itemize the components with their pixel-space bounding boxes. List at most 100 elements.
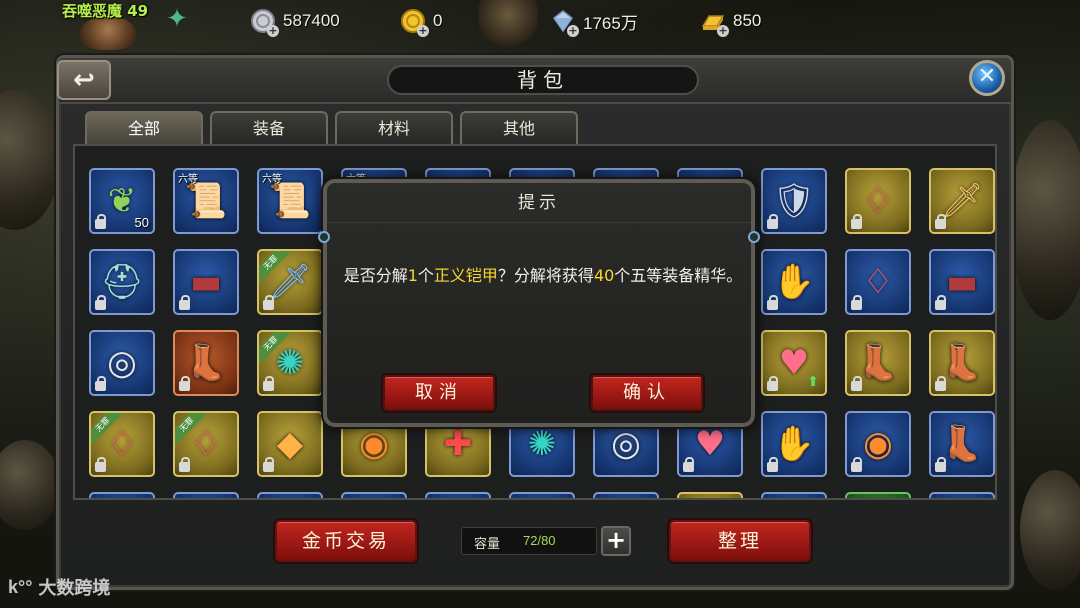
inventory-slot[interactable]: 🗡 无罪: [257, 249, 323, 315]
inventory-slot[interactable]: 📜六等: [173, 168, 239, 234]
back-button[interactable]: ↩: [57, 60, 111, 100]
frame-peg: [748, 231, 760, 243]
item-icon: ◆: [175, 494, 237, 498]
watermark-text: 大数跨境: [38, 578, 111, 599]
tab-equipment[interactable]: 装备: [210, 111, 328, 145]
inventory-slot[interactable]: 👢: [845, 330, 911, 396]
item-icon: ◆: [931, 494, 993, 498]
tab-all[interactable]: 全部: [85, 111, 203, 145]
item-grade-label: 六等: [262, 174, 282, 185]
lock-icon: [935, 376, 946, 391]
msg-text: 个五等装备精华。: [614, 266, 743, 285]
inventory-slot[interactable]: ◉: [845, 411, 911, 477]
inventory-slot[interactable]: 🛡: [761, 168, 827, 234]
plus-icon: +: [605, 526, 627, 554]
inventory-slot[interactable]: ◆: [89, 492, 155, 498]
inventory-slot[interactable]: ♢ 无罪: [173, 411, 239, 477]
lock-icon: [767, 376, 778, 391]
player-avatar[interactable]: [80, 16, 136, 50]
currency-silver[interactable]: + 587400: [249, 6, 340, 37]
confirm-button[interactable]: 确认: [591, 375, 703, 411]
lock-icon: [851, 376, 862, 391]
inventory-slot[interactable]: ♢: [845, 168, 911, 234]
back-arrow-icon: ↩: [73, 65, 95, 95]
inventory-slot[interactable]: ▬: [173, 249, 239, 315]
msg-text: ？分解将获得: [497, 266, 594, 285]
background-rock: [0, 90, 60, 230]
msg-text: 是否分解: [343, 266, 408, 285]
lock-icon: [179, 457, 190, 472]
item-icon: ◆: [427, 494, 489, 498]
tab-materials[interactable]: 材料: [335, 111, 453, 145]
player-name: 吞噬恶魔 49: [62, 2, 149, 20]
inventory-slot[interactable]: 📜六等: [257, 168, 323, 234]
inventory-slot[interactable]: ◆: [929, 492, 995, 498]
currency-gold-bar[interactable]: + 850: [699, 6, 761, 37]
background-rock: [1020, 470, 1080, 590]
inventory-slot[interactable]: ⛑: [89, 249, 155, 315]
lock-icon: [767, 295, 778, 310]
inventory-slot[interactable]: ◎: [89, 330, 155, 396]
inventory-slot[interactable]: ◆: [341, 492, 407, 498]
tab-other[interactable]: 其他: [460, 111, 578, 145]
lock-icon: [95, 214, 106, 229]
inventory-slot[interactable]: ◆: [761, 492, 827, 498]
sort-button[interactable]: 整理: [669, 520, 811, 562]
inventory-slot[interactable]: ◆: [593, 492, 659, 498]
currency-gold[interactable]: + 0: [399, 6, 442, 37]
inventory-slot[interactable]: ◆: [425, 492, 491, 498]
watermark: k°° 大数跨境: [8, 574, 110, 600]
inventory-slot[interactable]: ◆: [173, 492, 239, 498]
item-icon: ◆: [763, 494, 825, 498]
lock-icon: [95, 457, 106, 472]
inventory-slot[interactable]: 👢: [929, 330, 995, 396]
inventory-slot[interactable]: ✋: [761, 411, 827, 477]
inventory-slot[interactable]: ◆: [257, 411, 323, 477]
inventory-slot[interactable]: ◆: [509, 492, 575, 498]
item-icon: ◆: [91, 494, 153, 498]
lock-icon: [263, 457, 274, 472]
close-button[interactable]: ✕: [969, 60, 1005, 96]
expand-capacity-button[interactable]: +: [601, 526, 631, 556]
decompose-confirm-dialog: 提示 是否分解1个正义铠甲？分解将获得40个五等装备精华。 取消 确认: [318, 179, 760, 427]
inventory-slot[interactable]: ✋: [761, 249, 827, 315]
category-tabs: 全部 装备 材料 其他: [85, 111, 578, 145]
lock-icon: [851, 457, 862, 472]
dialog-message: 是否分解1个正义铠甲？分解将获得40个五等装备精华。: [343, 265, 743, 287]
currency-diamond[interactable]: + 1765万: [549, 6, 638, 37]
dialog-title: 提示: [327, 183, 751, 223]
lock-icon: [935, 457, 946, 472]
inventory-slot[interactable]: 👢: [929, 411, 995, 477]
lock-icon: [95, 295, 106, 310]
background-rock: [0, 440, 60, 530]
lock-icon: [851, 295, 862, 310]
inventory-slot[interactable]: ❦ 50: [89, 168, 155, 234]
inventory-slot[interactable]: 👢: [173, 330, 239, 396]
watermark-logo-icon: k°°: [8, 576, 33, 597]
wing-icon: ✦: [166, 4, 188, 34]
capacity-label: 容量: [474, 537, 501, 552]
diamond-amount: 1765万: [583, 13, 638, 33]
lock-icon: [179, 295, 190, 310]
inventory-slot[interactable]: 🗡: [929, 168, 995, 234]
cancel-button[interactable]: 取消: [383, 375, 495, 411]
inventory-slot[interactable]: ◆: [257, 492, 323, 498]
inventory-slot[interactable]: ✺ 无罪: [257, 330, 323, 396]
inventory-slot[interactable]: ◆: [677, 492, 743, 498]
gold-bar-icon: +: [699, 7, 729, 37]
item-grade-label: 六等: [178, 174, 198, 185]
diamond-icon: +: [549, 7, 579, 37]
inventory-slot[interactable]: ♥ ⬆: [761, 330, 827, 396]
panel-title: 背包: [387, 65, 699, 95]
inventory-slot[interactable]: ▬: [929, 249, 995, 315]
inventory-slot[interactable]: ♢ 无罪: [89, 411, 155, 477]
gold-trade-button[interactable]: 金币交易: [275, 520, 417, 562]
inventory-slot[interactable]: ♢: [845, 249, 911, 315]
upgrade-arrow-icon: ⬆: [807, 374, 819, 390]
bottom-bar: 金币交易 容量 72/80 + 整理: [73, 506, 997, 578]
item-icon: ◆: [679, 494, 741, 498]
item-icon: ◆: [847, 494, 909, 498]
inventory-slot[interactable]: ◆: [845, 492, 911, 498]
lock-icon: [767, 457, 778, 472]
lock-icon: [935, 295, 946, 310]
